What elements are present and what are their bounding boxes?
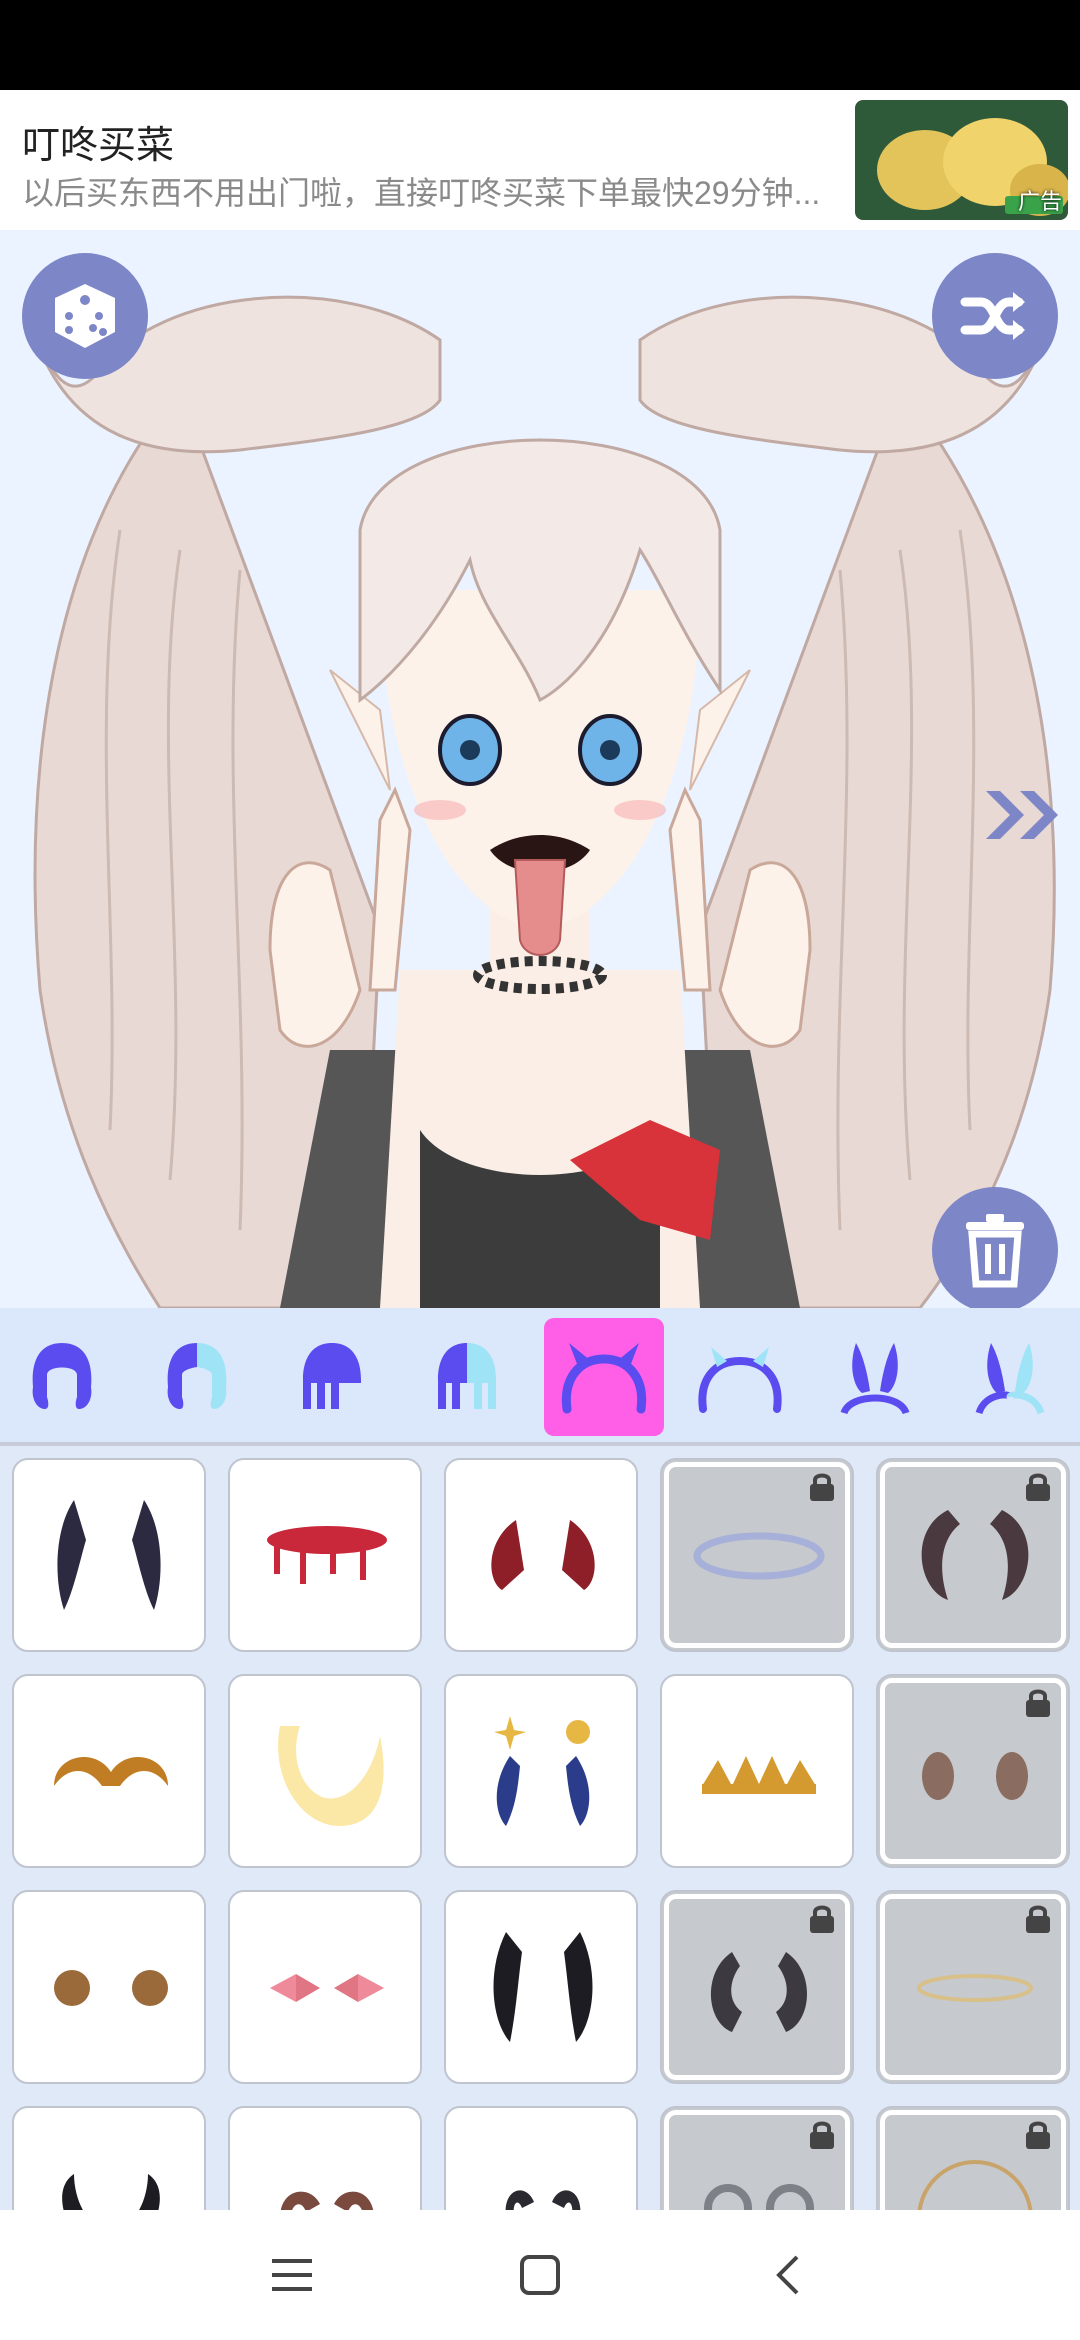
headband-icon (698, 1347, 782, 1413)
menu-icon (272, 2259, 312, 2291)
home-icon (520, 2255, 560, 2295)
next-button[interactable] (975, 750, 1075, 880)
ad-tag: 广告 (1017, 189, 1062, 214)
item-tile[interactable] (444, 1674, 638, 1868)
item-tile[interactable] (444, 1458, 638, 1652)
shuffle-icon (960, 292, 1025, 340)
back-nav-button[interactable] (758, 2245, 818, 2305)
bunny-ears-dual-icon (975, 1343, 1045, 1415)
hair-dual-color-icon (167, 1343, 227, 1409)
item-tile[interactable] (12, 2106, 206, 2210)
item-tile[interactable] (228, 1674, 422, 1868)
home-nav-button[interactable] (510, 2245, 570, 2305)
horns-headband-icon (561, 1343, 647, 1414)
system-nav-bar (0, 2210, 1080, 2340)
lock-icon (810, 1473, 834, 1501)
item-tile[interactable] (12, 1674, 206, 1868)
lock-icon (810, 1905, 834, 1933)
item-tile[interactable] (228, 1890, 422, 2084)
item-tile-locked[interactable] (660, 2106, 854, 2210)
blood-drip-halo-icon (267, 1526, 387, 1584)
hair-short-dual-icon (438, 1343, 496, 1409)
item-tile-locked[interactable] (660, 1458, 854, 1652)
golden-mustache-horns-icon (54, 1757, 168, 1786)
item-tile-locked[interactable] (876, 1674, 1070, 1868)
item-tile-locked[interactable] (660, 1890, 854, 2084)
red-wing-horns-icon (491, 1520, 595, 1590)
item-grid (0, 1446, 1080, 2210)
black-red-horns-icon (493, 1932, 593, 2042)
dice-icon (55, 284, 115, 348)
menu-nav-button[interactable] (262, 2245, 322, 2305)
delete-button[interactable] (932, 1187, 1058, 1308)
category-headband[interactable] (680, 1318, 800, 1436)
ad-banner[interactable]: 叮咚买菜 以后买东西不用出门啦，直接叮咚买菜下单最快29分钟... 广告 (0, 90, 1080, 230)
avatar-character (28, 295, 1056, 1308)
shuffle-button[interactable] (932, 253, 1058, 379)
category-hair-full[interactable] (2, 1318, 122, 1436)
lock-icon (1026, 2121, 1050, 2149)
item-tile[interactable] (228, 1458, 422, 1652)
back-icon (776, 2255, 799, 2295)
item-tile[interactable] (444, 1890, 638, 2084)
item-tile[interactable] (228, 2106, 422, 2210)
lock-icon (1026, 1905, 1050, 1933)
hair-full-icon (32, 1343, 92, 1409)
ad-title: 叮咚买菜 (22, 125, 175, 167)
category-bar (0, 1308, 1080, 1444)
ad-image[interactable]: 广告 (855, 100, 1068, 220)
star-moon-horns-icon (494, 1716, 590, 1826)
category-bunny-ears-dual[interactable] (950, 1318, 1070, 1436)
trash-icon (966, 1214, 1024, 1288)
bronze-ram-horns-icon (54, 1970, 168, 2006)
lock-icon (1026, 1473, 1050, 1501)
bunny-ears-icon (840, 1343, 910, 1415)
item-tile-locked[interactable] (876, 1890, 1070, 2084)
hair-short-icon (303, 1343, 361, 1409)
double-chevron-right-icon (986, 791, 1058, 839)
dark-demon-horns-icon (57, 1500, 161, 1610)
small-black-horns-icon (62, 2174, 160, 2210)
category-horns-headband[interactable] (544, 1318, 664, 1436)
category-bunny-ears[interactable] (815, 1318, 935, 1436)
randomize-button[interactable] (22, 253, 148, 379)
item-tile-locked[interactable] (876, 2106, 1070, 2210)
item-tile[interactable] (660, 1674, 854, 1868)
crescent-moon-icon (278, 1726, 384, 1826)
black-curl-horns-icon (505, 2190, 581, 2210)
status-bar (0, 0, 1080, 90)
golden-crown-icon (702, 1756, 816, 1794)
category-hair-short-dual[interactable] (407, 1318, 527, 1436)
lock-icon (1026, 1689, 1050, 1717)
avatar-canvas (0, 230, 1080, 1308)
pink-bows-icon (270, 1974, 384, 2002)
item-tile[interactable] (12, 1458, 206, 1652)
item-tile[interactable] (12, 1890, 206, 2084)
brown-curl-horns-icon (280, 2191, 374, 2210)
item-tile-locked[interactable] (876, 1458, 1070, 1652)
ad-description: 以后买东西不用出门啦，直接叮咚买菜下单最快29分钟... (22, 175, 821, 211)
category-hair-dual-color[interactable] (137, 1318, 257, 1436)
lock-icon (810, 2121, 834, 2149)
category-hair-short[interactable] (272, 1318, 392, 1436)
item-tile[interactable] (444, 2106, 638, 2210)
